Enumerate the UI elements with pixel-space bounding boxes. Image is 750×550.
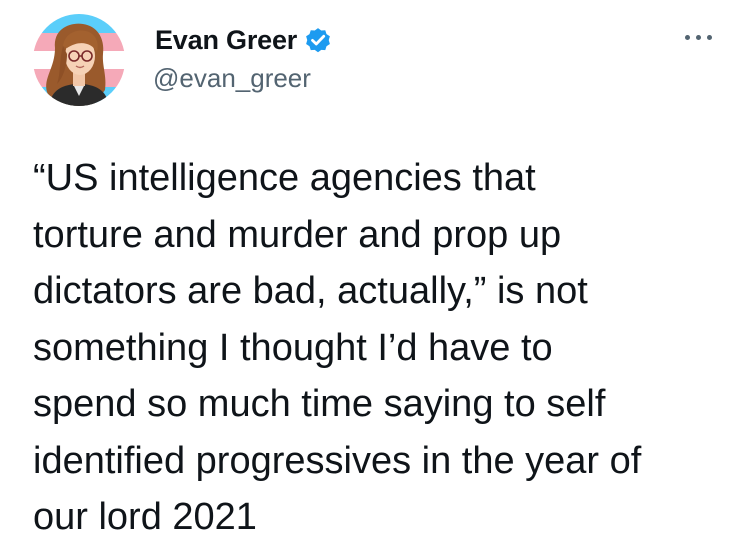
author-display-name[interactable]: Evan Greer xyxy=(155,25,297,56)
verified-badge-icon xyxy=(303,25,333,55)
avatar[interactable] xyxy=(33,14,125,106)
author-handle[interactable]: @evan_greer xyxy=(153,63,311,94)
tweet-text: “US intelligence agencies that torture a… xyxy=(33,157,642,538)
tweet: Evan Greer @evan_greer “US intelligence … xyxy=(0,0,750,550)
more-options-button[interactable] xyxy=(676,24,720,50)
more-horizontal-icon xyxy=(684,34,712,40)
author-name-row: Evan Greer xyxy=(155,22,333,58)
avatar-image xyxy=(33,14,125,106)
